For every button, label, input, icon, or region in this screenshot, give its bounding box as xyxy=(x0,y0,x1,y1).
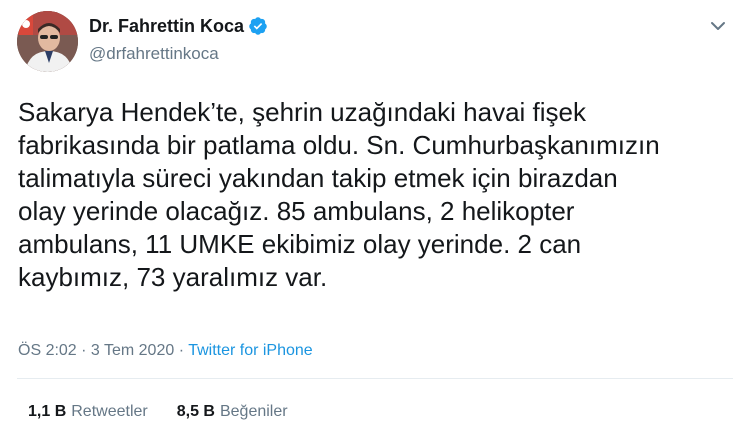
author-name-row: Dr. Fahrettin Koca xyxy=(89,14,268,38)
tweet-meta: ÖS 2:02 · 3 Tem 2020 · Twitter for iPhon… xyxy=(18,342,313,360)
retweets-stat[interactable]: 1,1 B Retweetler xyxy=(28,403,148,421)
likes-label: Beğeniler xyxy=(219,403,288,420)
author-handle[interactable]: @drfahrettinkoca xyxy=(89,44,268,64)
verified-badge-icon xyxy=(248,16,268,36)
tweet-card: Dr. Fahrettin Koca @drfahrettinkoca Saka… xyxy=(0,0,750,439)
author-display-name[interactable]: Dr. Fahrettin Koca xyxy=(89,16,244,37)
meta-separator: · xyxy=(76,342,91,359)
author-block: Dr. Fahrettin Koca @drfahrettinkoca xyxy=(89,14,268,64)
retweets-count: 1,1 B xyxy=(28,403,67,420)
divider xyxy=(17,378,733,379)
tweet-text: Sakarya Hendek’te, şehrin uzağındaki hav… xyxy=(18,97,660,292)
likes-stat[interactable]: 8,5 B Beğeniler xyxy=(177,403,288,421)
likes-count: 8,5 B xyxy=(176,403,215,420)
tweet-source-link[interactable]: Twitter for iPhone xyxy=(188,342,313,359)
tweet-time[interactable]: ÖS 2:02 xyxy=(18,342,77,359)
tweet-stats: 1,1 B Retweetler 8,5 B Beğeniler xyxy=(28,403,317,421)
meta-separator: · xyxy=(174,342,189,359)
profile-photo xyxy=(17,11,78,72)
retweets-label: Retweetler xyxy=(71,403,148,420)
avatar[interactable] xyxy=(17,11,78,72)
tweet-date[interactable]: 3 Tem 2020 xyxy=(91,342,174,359)
chevron-down-icon[interactable] xyxy=(706,14,730,38)
